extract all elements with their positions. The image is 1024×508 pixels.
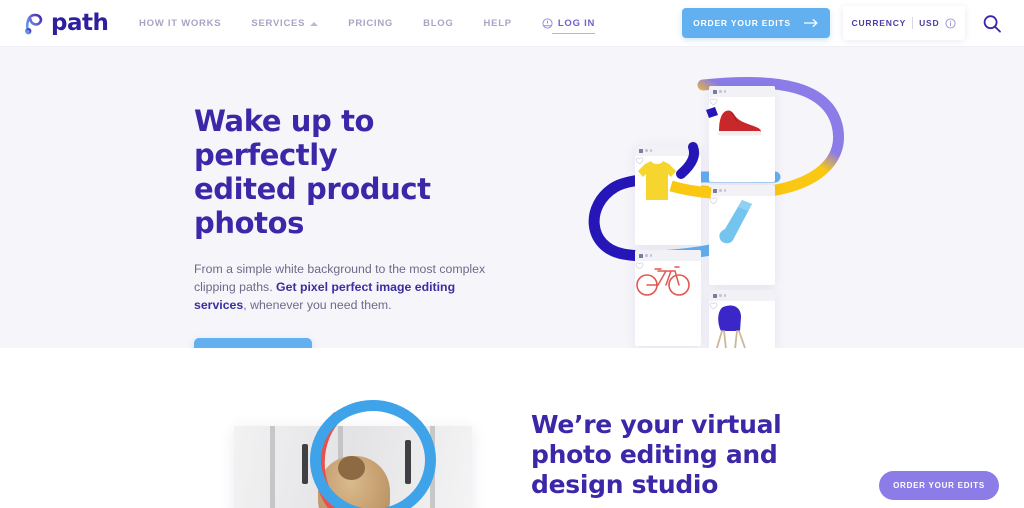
hero-copy: Wake up to perfectly edited product phot…: [194, 104, 524, 348]
nav-label: PRICING: [348, 18, 394, 29]
photo-stripe: [270, 426, 275, 508]
brand-name: path: [51, 10, 109, 36]
currency-selector[interactable]: CURRENCY USD: [843, 6, 965, 40]
hero-illustration: [575, 47, 895, 348]
hero-title-line-2: edited product photos: [194, 172, 431, 240]
hero-title: Wake up to perfectly edited product phot…: [194, 104, 524, 240]
section-title: We’re your virtual photo editing and des…: [531, 410, 782, 500]
section-title-line-1: We’re your virtual: [531, 410, 782, 439]
user-circle-icon: [542, 18, 553, 29]
nav-label: SERVICES: [251, 18, 306, 29]
studio-photo-block: [222, 400, 492, 508]
search-icon: [983, 15, 1001, 33]
hero-sub-part2: , whenever you need them.: [243, 298, 392, 312]
get-started-button[interactable]: GET STARTED: [194, 338, 312, 348]
virtual-studio-section: We’re your virtual photo editing and des…: [0, 348, 1024, 508]
page-root: path HOW IT WORKS SERVICES PRICING BLOG …: [0, 0, 1024, 508]
search-button[interactable]: [979, 11, 1005, 37]
section-title-line-3: design studio: [531, 470, 719, 499]
photo-handle: [302, 444, 308, 484]
blue-ring-accent: [310, 400, 436, 508]
floating-order-your-edits-button[interactable]: ORDER YOUR EDITS: [879, 471, 999, 500]
nav-label: LOG IN: [557, 18, 596, 29]
brand-logo[interactable]: path: [22, 9, 109, 37]
login-underline: [551, 32, 596, 34]
main-navigation: HOW IT WORKS SERVICES PRICING BLOG HELP: [124, 0, 610, 47]
nav-item-blog[interactable]: BLOG: [408, 0, 468, 47]
ribbon-overlap-segments: [669, 107, 718, 199]
path-loop-logo-icon: [24, 13, 43, 35]
site-header: path HOW IT WORKS SERVICES PRICING BLOG …: [0, 0, 1024, 47]
arrow-right-icon: [803, 19, 818, 27]
info-circle-icon[interactable]: [945, 17, 957, 29]
order-button-label: ORDER YOUR EDITS: [893, 481, 985, 490]
nav-label: BLOG: [423, 18, 454, 29]
nav-item-help[interactable]: HELP: [469, 0, 527, 47]
section-title-line-2: photo editing and: [531, 440, 778, 469]
currency-value: USD: [919, 18, 940, 28]
nav-item-pricing[interactable]: PRICING: [333, 0, 408, 47]
nav-item-services[interactable]: SERVICES: [236, 0, 333, 47]
currency-label: CURRENCY: [851, 18, 907, 28]
hero-title-line-1: Wake up to perfectly: [194, 104, 375, 172]
nav-item-how-it-works[interactable]: HOW IT WORKS: [124, 0, 236, 47]
nav-label: HELP: [483, 18, 512, 29]
order-button-label: ORDER YOUR EDITS: [693, 18, 791, 28]
nav-item-login[interactable]: LOG IN: [527, 0, 610, 47]
hero-subtitle: From a simple white background to the mo…: [194, 260, 509, 314]
header-order-your-edits-button[interactable]: ORDER YOUR EDITS: [682, 8, 830, 38]
nav-label: HOW IT WORKS: [139, 18, 222, 29]
chevron-up-icon: [310, 21, 319, 26]
hero-section: Wake up to perfectly edited product phot…: [0, 47, 1024, 348]
divider: [912, 17, 914, 29]
